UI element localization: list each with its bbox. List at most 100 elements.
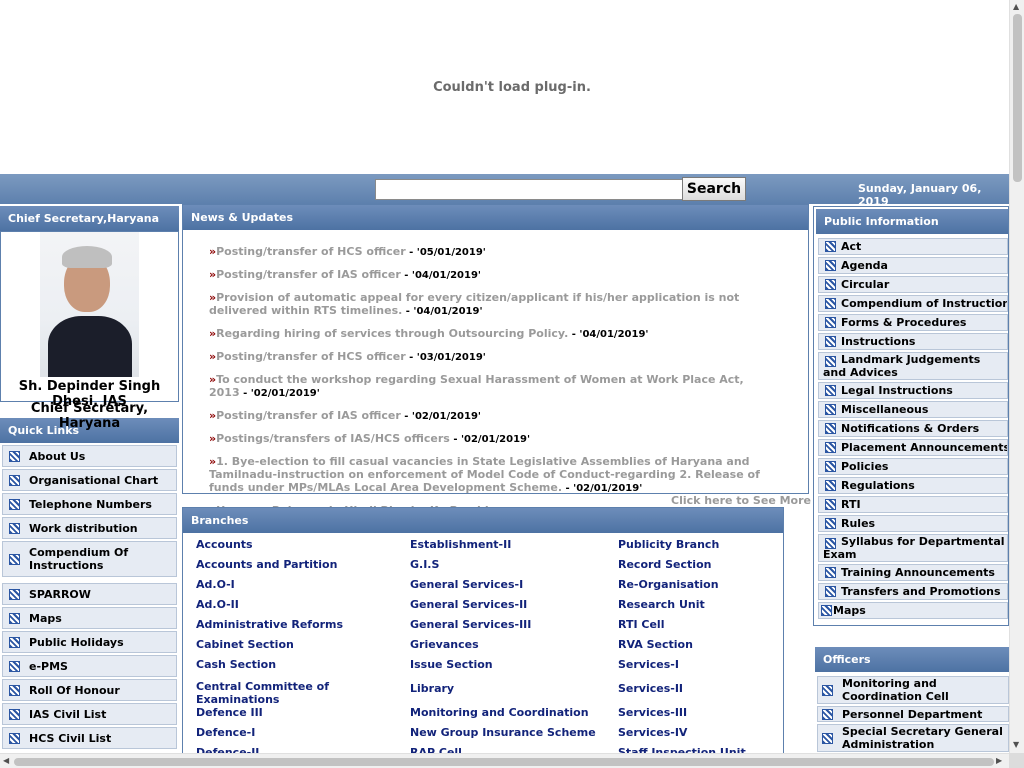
branch-link[interactable]: Staff Inspection Unit bbox=[618, 746, 808, 753]
branch-link[interactable]: RAP Cell bbox=[410, 746, 600, 753]
news-title[interactable]: Posting/transfer of HCS officer bbox=[216, 245, 406, 258]
branch-link[interactable]: Cash Section bbox=[196, 658, 396, 671]
branch-link[interactable]: RTI Cell bbox=[618, 618, 808, 631]
public-info-item[interactable]: Transfers and Promotions bbox=[818, 583, 1008, 600]
branch-link[interactable]: Record Section bbox=[618, 558, 808, 571]
branch-link[interactable]: Central Committee of Examinations bbox=[196, 680, 396, 706]
bullet-icon bbox=[825, 461, 836, 472]
quick-link-item[interactable]: Compendium Of Instructions bbox=[2, 541, 177, 577]
quick-link-item[interactable]: SPARROW bbox=[2, 583, 177, 605]
news-item[interactable]: »Posting/transfer of IAS officer - '02/0… bbox=[209, 409, 769, 423]
quick-link-item[interactable]: Roll Of Honour bbox=[2, 679, 177, 701]
quick-link-item[interactable]: Telephone Numbers bbox=[2, 493, 177, 515]
quick-link-item[interactable]: Maps bbox=[2, 607, 177, 629]
vertical-scroll-thumb[interactable] bbox=[1013, 14, 1022, 182]
branch-link[interactable]: Re-Organisation bbox=[618, 578, 808, 591]
branch-link[interactable]: Services-III bbox=[618, 706, 808, 719]
public-info-item[interactable]: Agenda bbox=[818, 257, 1008, 274]
branch-link[interactable]: RVA Section bbox=[618, 638, 808, 651]
branch-link[interactable]: Administrative Reforms bbox=[196, 618, 396, 631]
public-info-item[interactable]: Maps bbox=[818, 602, 1008, 619]
branch-link[interactable]: General Services-II bbox=[410, 598, 600, 611]
branch-link[interactable]: Ad.O-II bbox=[196, 598, 396, 611]
public-info-item[interactable]: Placement Announcements bbox=[818, 439, 1008, 456]
branch-link[interactable]: Defence-I bbox=[196, 726, 396, 739]
bullet-icon bbox=[825, 538, 836, 549]
branch-link[interactable]: General Services-III bbox=[410, 618, 600, 631]
scroll-down-icon[interactable]: ▼ bbox=[1013, 740, 1019, 750]
bullet-icon bbox=[822, 684, 833, 696]
public-info-item[interactable]: Landmark Judgements and Advices bbox=[818, 352, 1008, 380]
bullet-icon bbox=[825, 480, 836, 491]
public-info-item[interactable]: Notifications & Orders bbox=[818, 420, 1008, 437]
branch-link[interactable]: Publicity Branch bbox=[618, 538, 808, 551]
branch-link[interactable]: Services-II bbox=[618, 682, 808, 695]
scroll-up-icon[interactable]: ▲ bbox=[1013, 2, 1019, 12]
news-title[interactable]: 1. Bye-election to fill casual vacancies… bbox=[209, 455, 760, 494]
branch-link[interactable]: Research Unit bbox=[618, 598, 808, 611]
branch-link[interactable]: Services-I bbox=[618, 658, 808, 671]
public-info-item[interactable]: Legal Instructions bbox=[818, 382, 1008, 399]
quick-link-item[interactable]: Work distribution bbox=[2, 517, 177, 539]
branch-link[interactable]: Accounts and Partition bbox=[196, 558, 396, 571]
public-info-item[interactable]: Instructions bbox=[818, 333, 1008, 350]
public-info-item[interactable]: Syllabus for Departmental Exam bbox=[818, 534, 1008, 562]
branch-link[interactable]: Monitoring and Coordination bbox=[410, 706, 600, 719]
quick-link-item[interactable]: e-PMS bbox=[2, 655, 177, 677]
news-title[interactable]: Posting/transfer of IAS officer bbox=[216, 268, 401, 281]
quick-link-item[interactable]: Public Holidays bbox=[2, 631, 177, 653]
branch-link[interactable]: New Group Insurance Scheme bbox=[410, 726, 600, 739]
officer-item[interactable]: Special Secretary General Administration bbox=[817, 724, 1009, 752]
horizontal-scrollbar[interactable]: ◀ ▶ bbox=[0, 753, 1009, 768]
branch-link[interactable]: Accounts bbox=[196, 538, 396, 551]
news-title[interactable]: Posting/transfer of HCS officer bbox=[216, 350, 406, 363]
quick-link-item[interactable]: About Us bbox=[2, 445, 177, 467]
horizontal-scroll-thumb[interactable] bbox=[14, 758, 994, 766]
officer-item[interactable]: Personnel Department bbox=[817, 706, 1009, 722]
branch-link[interactable]: Issue Section bbox=[410, 658, 600, 671]
search-input[interactable] bbox=[375, 179, 683, 200]
public-info-item[interactable]: Miscellaneous bbox=[818, 401, 1008, 418]
branch-link[interactable]: Services-IV bbox=[618, 726, 808, 739]
quick-link-item[interactable]: HCS Civil List bbox=[2, 727, 177, 749]
news-item[interactable]: »Posting/transfer of IAS officer - '04/0… bbox=[209, 268, 769, 282]
branch-link[interactable]: Cabinet Section bbox=[196, 638, 396, 651]
public-info-item[interactable]: Circular bbox=[818, 276, 1008, 293]
public-info-item[interactable]: RTI bbox=[818, 496, 1008, 513]
public-info-item[interactable]: Compendium of Instructions bbox=[818, 295, 1008, 312]
branch-link[interactable]: Library bbox=[410, 682, 600, 695]
branch-link[interactable]: Grievances bbox=[410, 638, 600, 651]
scroll-left-icon[interactable]: ◀ bbox=[3, 756, 9, 766]
officers-header: Officers bbox=[815, 647, 1009, 672]
news-title[interactable]: Postings/transfers of IAS/HCS officers bbox=[216, 432, 450, 445]
search-button[interactable]: Search bbox=[682, 177, 746, 201]
quick-link-item[interactable]: IAS Civil List bbox=[2, 703, 177, 725]
news-item[interactable]: »Posting/transfer of HCS officer - '05/0… bbox=[209, 245, 769, 259]
public-info-item[interactable]: Training Announcements bbox=[818, 564, 1008, 581]
quick-link-item[interactable]: Organisational Chart bbox=[2, 469, 177, 491]
officer-item[interactable]: Monitoring and Coordination Cell bbox=[817, 676, 1009, 704]
news-item[interactable]: »1. Bye-election to fill casual vacancie… bbox=[209, 455, 769, 495]
news-item[interactable]: »Provision of automatic appeal for every… bbox=[209, 291, 769, 318]
news-item[interactable]: »Posting/transfer of HCS officer - '03/0… bbox=[209, 350, 769, 364]
news-title[interactable]: Regarding hiring of services through Out… bbox=[216, 327, 568, 340]
branch-link[interactable]: G.I.S bbox=[410, 558, 600, 571]
news-item[interactable]: »To conduct the workshop regarding Sexua… bbox=[209, 373, 769, 400]
branch-link[interactable]: Ad.O-I bbox=[196, 578, 396, 591]
branch-link[interactable]: Defence III bbox=[196, 706, 396, 719]
news-title[interactable]: Posting/transfer of IAS officer bbox=[216, 409, 401, 422]
news-item[interactable]: »Regarding hiring of services through Ou… bbox=[209, 327, 769, 341]
public-info-item[interactable]: Forms & Procedures bbox=[818, 314, 1008, 331]
public-info-item[interactable]: Policies bbox=[818, 458, 1008, 475]
bullet-icon bbox=[825, 241, 836, 252]
branch-link[interactable]: General Services-I bbox=[410, 578, 600, 591]
public-info-item[interactable]: Rules bbox=[818, 515, 1008, 532]
scroll-right-icon[interactable]: ▶ bbox=[996, 756, 1002, 766]
see-more-link[interactable]: Click here to See More bbox=[671, 494, 811, 507]
public-info-item[interactable]: Act bbox=[818, 238, 1008, 255]
branch-link[interactable]: Defence-II bbox=[196, 746, 396, 753]
vertical-scrollbar[interactable]: ▲ ▼ bbox=[1009, 0, 1024, 753]
branch-link[interactable]: Establishment-II bbox=[410, 538, 600, 551]
public-info-item[interactable]: Regulations bbox=[818, 477, 1008, 494]
news-item[interactable]: »Postings/transfers of IAS/HCS officers … bbox=[209, 432, 769, 446]
